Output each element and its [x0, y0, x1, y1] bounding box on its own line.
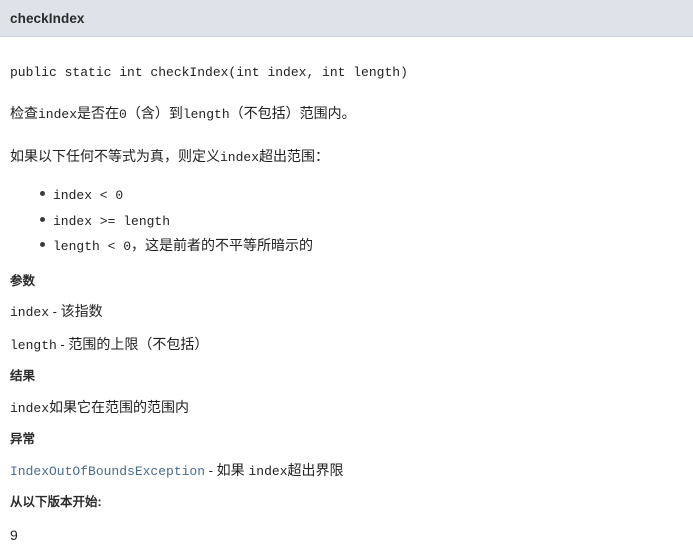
- member-content: public static int checkIndex(int index, …: [0, 37, 693, 546]
- since-heading: 从以下版本开始:: [10, 495, 102, 510]
- parameter-item-index: index - 该指数: [10, 301, 683, 323]
- inline-code-index: index: [220, 150, 260, 166]
- desc-text: 如果以下任何不等式为真，则定义: [10, 148, 220, 165]
- description-paragraph-1: 检查index是否在0（含）到length（不包括）范围内。: [10, 103, 683, 125]
- parameters-heading: 参数: [10, 273, 36, 288]
- return-description: 如果它在范围的范围内: [49, 398, 190, 415]
- throws-item: IndexOutOfBoundsException - 如果 index超出界限: [10, 460, 683, 482]
- condition-code: index >= length: [53, 213, 171, 229]
- separator-dash: -: [205, 462, 217, 478]
- parameter-name: index: [10, 305, 50, 321]
- since-value: 9: [10, 526, 18, 543]
- condition-code: length < 0: [53, 238, 132, 254]
- parameter-name: length: [10, 337, 57, 353]
- method-signature: public static int checkIndex(int index, …: [10, 65, 408, 80]
- return-code: index: [10, 400, 50, 416]
- parameter-description: 该指数: [60, 303, 103, 320]
- desc-text: 是否在: [77, 105, 120, 122]
- parameter-item-length: length - 范围的上限（不包括）: [10, 334, 683, 356]
- returns-item: index如果它在范围的范围内: [10, 397, 683, 419]
- inline-code-index: index: [248, 463, 288, 479]
- desc-text: （含）到: [126, 105, 183, 122]
- separator-dash: -: [56, 336, 69, 352]
- condition-note: ，这是前者的不平等所暗示的: [131, 236, 314, 253]
- throws-heading: 异常: [10, 432, 36, 447]
- desc-text: 检查: [10, 105, 38, 122]
- page-title: checkIndex: [10, 10, 85, 26]
- list-item: index >= length: [40, 210, 683, 235]
- separator-dash: -: [49, 304, 61, 320]
- condition-code: index < 0: [53, 188, 124, 204]
- member-header-bar: checkIndex: [0, 0, 693, 37]
- throws-description: 超出界限: [287, 461, 344, 478]
- desc-text: （不包括）范围内。: [229, 105, 356, 122]
- condition-list: index < 0 index >= length length < 0，这是前…: [10, 184, 683, 259]
- inline-code-index: index: [38, 107, 78, 123]
- list-item: index < 0: [40, 184, 683, 209]
- parameter-description: 范围的上限（不包括）: [68, 335, 209, 352]
- exception-type-link[interactable]: IndexOutOfBoundsException: [10, 464, 205, 479]
- inline-code-zero: 0: [119, 107, 127, 123]
- returns-heading: 结果: [10, 369, 36, 384]
- desc-text: 超出范围：: [259, 148, 330, 165]
- throws-description: 如果: [216, 461, 249, 478]
- inline-code-length: length: [182, 107, 230, 123]
- list-item: length < 0，这是前者的不平等所暗示的: [40, 235, 683, 260]
- description-paragraph-2: 如果以下任何不等式为真，则定义index超出范围：: [10, 146, 683, 168]
